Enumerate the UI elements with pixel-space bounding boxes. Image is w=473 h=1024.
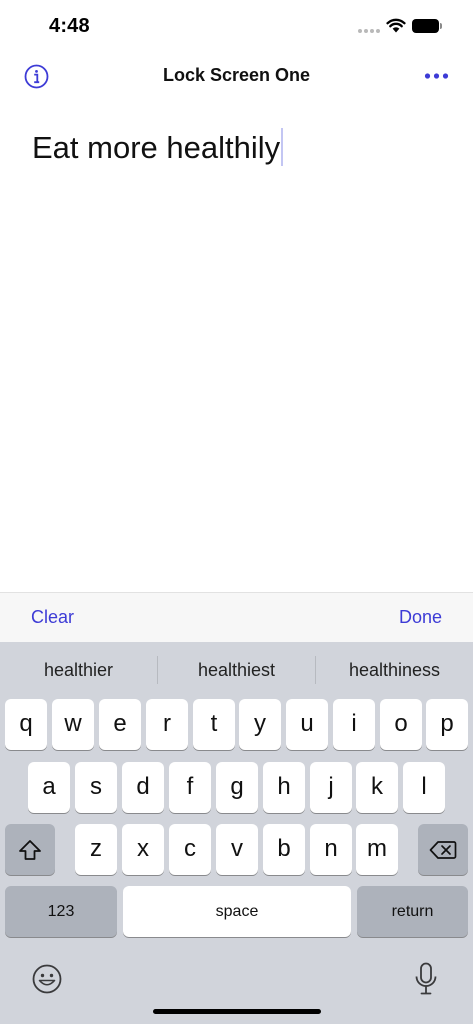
prediction-bar: healthier healthiest healthiness bbox=[0, 642, 473, 698]
key-o[interactable]: o bbox=[380, 699, 422, 750]
text-caret bbox=[281, 128, 284, 166]
done-button[interactable]: Done bbox=[399, 607, 442, 628]
prediction-item[interactable]: healthier bbox=[0, 642, 157, 698]
return-key[interactable]: return bbox=[357, 886, 468, 937]
prediction-item[interactable]: healthiness bbox=[316, 642, 473, 698]
key-s[interactable]: s bbox=[75, 762, 117, 813]
shift-icon bbox=[19, 839, 41, 860]
key-j[interactable]: j bbox=[310, 762, 352, 813]
emoji-icon[interactable] bbox=[31, 963, 63, 995]
key-t[interactable]: t bbox=[193, 699, 235, 750]
numbers-key[interactable]: 123 bbox=[5, 886, 117, 937]
key-v[interactable]: v bbox=[216, 824, 258, 875]
space-key[interactable]: space bbox=[123, 886, 351, 937]
shift-key[interactable] bbox=[5, 824, 55, 875]
cellular-signal-icon bbox=[358, 29, 380, 35]
delete-key[interactable] bbox=[418, 824, 468, 875]
status-bar: 4:48 bbox=[0, 0, 473, 54]
key-e[interactable]: e bbox=[99, 699, 141, 750]
key-q[interactable]: q bbox=[5, 699, 47, 750]
key-y[interactable]: y bbox=[239, 699, 281, 750]
page-title: Lock Screen One bbox=[162, 65, 311, 85]
key-d[interactable]: d bbox=[122, 762, 164, 813]
key-l[interactable]: l bbox=[403, 762, 445, 813]
text-editor[interactable]: Eat more healthily bbox=[0, 100, 473, 592]
key-w[interactable]: w bbox=[52, 699, 94, 750]
key-u[interactable]: u bbox=[286, 699, 328, 750]
more-icon[interactable] bbox=[424, 66, 450, 86]
key-c[interactable]: c bbox=[169, 824, 211, 875]
key-p[interactable]: p bbox=[426, 699, 468, 750]
status-time: 4:48 bbox=[49, 15, 90, 37]
key-a[interactable]: a bbox=[28, 762, 70, 813]
key-k[interactable]: k bbox=[356, 762, 398, 813]
key-n[interactable]: n bbox=[310, 824, 352, 875]
key-r[interactable]: r bbox=[146, 699, 188, 750]
key-g[interactable]: g bbox=[216, 762, 258, 813]
key-f[interactable]: f bbox=[169, 762, 211, 813]
key-i[interactable]: i bbox=[333, 699, 375, 750]
key-b[interactable]: b bbox=[263, 824, 305, 875]
home-indicator bbox=[153, 1009, 321, 1014]
key-h[interactable]: h bbox=[263, 762, 305, 813]
delete-icon bbox=[429, 840, 457, 859]
wifi-icon bbox=[386, 18, 406, 33]
key-m[interactable]: m bbox=[356, 824, 398, 875]
key-z[interactable]: z bbox=[75, 824, 117, 875]
key-x[interactable]: x bbox=[122, 824, 164, 875]
keyboard: healthier healthiest healthiness q w e r… bbox=[0, 642, 473, 1024]
battery-icon bbox=[412, 19, 442, 33]
editor-text: Eat more healthily bbox=[32, 130, 281, 165]
clear-button[interactable]: Clear bbox=[31, 607, 74, 628]
editor-content[interactable]: Eat more healthily bbox=[32, 128, 284, 166]
keyboard-toolbar: Clear Done bbox=[0, 592, 473, 642]
navigation-bar: Lock Screen One bbox=[0, 54, 473, 100]
prediction-item[interactable]: healthiest bbox=[158, 642, 315, 698]
microphone-icon[interactable] bbox=[414, 962, 438, 996]
